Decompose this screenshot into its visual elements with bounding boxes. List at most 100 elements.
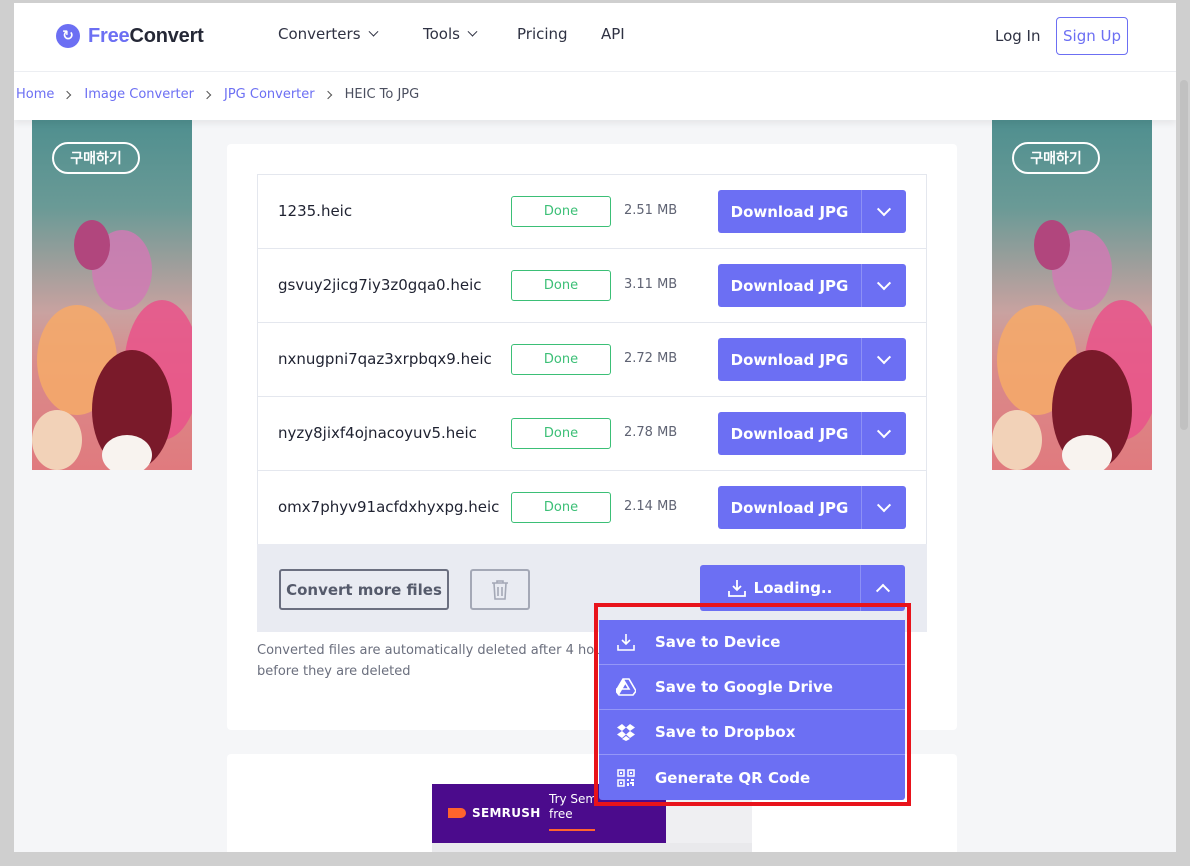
semrush-brand-text: SEMRUSH [472, 806, 541, 820]
breadcrumb-image-converter[interactable]: Image Converter [84, 87, 194, 102]
logo-convert: Convert [129, 24, 204, 47]
file-name: omx7phyv91acfdxhyxpg.heic [278, 498, 500, 516]
download-jpg-button[interactable]: Download JPG [718, 338, 862, 381]
top-navbar: ↻ FreeConvert Converters Tools Pricing A… [14, 3, 1176, 72]
ad-buy-button[interactable]: 구매하기 [1012, 142, 1100, 174]
menu-item-label: Save to Dropbox [655, 723, 796, 741]
file-name: 1235.heic [278, 202, 353, 220]
chevron-down-icon [876, 423, 892, 438]
download-all-options-toggle[interactable] [861, 565, 905, 611]
download-button-group: Download JPG [718, 412, 906, 455]
semrush-flame-icon [448, 808, 466, 818]
file-name: nxnugpni7qaz3xrpbqx9.heic [278, 350, 492, 368]
file-name: nyzy8jixf4ojnacoyuv5.heic [278, 424, 477, 442]
status-badge: Done [511, 196, 611, 227]
ad-buy-button[interactable]: 구매하기 [52, 142, 140, 174]
download-jpg-button[interactable]: Download JPG [718, 190, 862, 233]
chevron-down-icon [368, 26, 378, 37]
chevron-up-icon [875, 583, 891, 598]
logo[interactable]: ↻ FreeConvert [56, 24, 204, 48]
save-to-google-drive-item[interactable]: Save to Google Drive [599, 665, 905, 710]
breadcrumb-current: HEIC To JPG [344, 87, 420, 102]
chevron-right-icon [202, 90, 212, 99]
chevron-down-icon [876, 497, 892, 512]
download-jpg-button[interactable]: Download JPG [718, 264, 862, 307]
menu-item-label: Save to Device [655, 633, 781, 651]
chevron-right-icon [63, 90, 72, 99]
status-badge: Done [511, 492, 611, 523]
download-button-group: Download JPG [718, 486, 906, 529]
bulk-actions-bar: Convert more files Loading.. [257, 544, 927, 632]
save-options-menu: Save to Device Save to Google Drive Save… [599, 620, 905, 800]
status-badge: Done [511, 270, 611, 301]
semrush-free-text: free [549, 807, 573, 821]
trash-icon [492, 579, 508, 600]
download-all-button[interactable]: Loading.. [700, 565, 861, 611]
logo-free: Free [88, 24, 130, 47]
file-size: 2.51 MB [624, 203, 678, 218]
login-link[interactable]: Log In [995, 27, 1041, 45]
breadcrumb-home[interactable]: Home [16, 87, 54, 102]
file-size: 2.78 MB [624, 425, 678, 440]
qr-code-icon [615, 767, 637, 789]
file-row: nyzy8jixf4ojnacoyuv5.heic Done 2.78 MB D… [258, 397, 926, 471]
download-options-toggle[interactable] [862, 190, 906, 233]
download-button-group: Download JPG [718, 190, 906, 233]
nav-tools[interactable]: Tools [423, 25, 478, 43]
chevron-down-icon [876, 275, 892, 290]
chevron-right-icon [323, 90, 332, 99]
file-size: 3.11 MB [624, 277, 678, 292]
download-options-toggle[interactable] [862, 486, 906, 529]
breadcrumb: Home Image Converter JPG Converter HEIC … [16, 87, 419, 102]
nav-converters[interactable]: Converters [278, 25, 378, 43]
nav-api[interactable]: API [601, 25, 625, 43]
file-row: nxnugpni7qaz3xrpbqx9.heic Done 2.72 MB D… [258, 323, 926, 397]
nav-pricing[interactable]: Pricing [517, 25, 568, 43]
download-icon [615, 631, 637, 653]
download-options-toggle[interactable] [862, 264, 906, 307]
download-all-button-group: Loading.. [700, 565, 905, 611]
save-to-device-item[interactable]: Save to Device [599, 620, 905, 665]
right-ad-banner[interactable]: 구매하기 [992, 120, 1152, 470]
google-drive-icon [615, 676, 637, 698]
menu-item-label: Generate QR Code [655, 768, 811, 787]
loading-label: Loading.. [753, 579, 833, 597]
semrush-try-text: Try Sem [549, 792, 598, 806]
file-row: 1235.heic Done 2.51 MB Download JPG [258, 175, 926, 249]
download-button-group: Download JPG [718, 338, 906, 381]
semrush-logo: SEMRUSH [448, 806, 541, 820]
delete-all-button[interactable] [470, 569, 530, 610]
download-options-toggle[interactable] [862, 412, 906, 455]
download-jpg-button[interactable]: Download JPG [718, 486, 862, 529]
semrush-cta: Try Sem free [549, 792, 597, 822]
chevron-down-icon [876, 349, 892, 364]
file-size: 2.72 MB [624, 351, 678, 366]
download-button-group: Download JPG [718, 264, 906, 307]
chevron-down-icon [876, 201, 892, 216]
ad-placeholder [432, 843, 752, 866]
breadcrumb-bar: Home Image Converter JPG Converter HEIC … [14, 72, 1176, 120]
logo-text: FreeConvert [88, 25, 204, 48]
save-to-dropbox-item[interactable]: Save to Dropbox [599, 710, 905, 755]
convert-more-files-button[interactable]: Convert more files [279, 569, 449, 610]
file-list: 1235.heic Done 2.51 MB Download JPG gsvu… [257, 174, 927, 546]
generate-qr-code-item[interactable]: Generate QR Code [599, 755, 905, 800]
nav-api-label: API [601, 25, 625, 43]
signup-button[interactable]: Sign Up [1056, 17, 1128, 55]
nav-converters-label: Converters [278, 25, 361, 43]
dropbox-icon [615, 721, 637, 743]
page-scrollbar[interactable] [1180, 80, 1188, 430]
breadcrumb-jpg-converter[interactable]: JPG Converter [224, 87, 315, 102]
arrow-line-icon [549, 829, 595, 831]
download-jpg-button[interactable]: Download JPG [718, 412, 862, 455]
left-ad-banner[interactable]: 구매하기 [32, 120, 192, 470]
menu-item-label: Save to Google Drive [655, 678, 833, 696]
status-badge: Done [511, 418, 611, 449]
download-options-toggle[interactable] [862, 338, 906, 381]
file-size: 2.14 MB [624, 499, 678, 514]
file-name: gsvuy2jicg7iy3z0gqa0.heic [278, 276, 482, 294]
status-badge: Done [511, 344, 611, 375]
logo-refresh-icon: ↻ [56, 24, 80, 48]
download-icon [727, 580, 746, 597]
chevron-down-icon [467, 26, 478, 37]
